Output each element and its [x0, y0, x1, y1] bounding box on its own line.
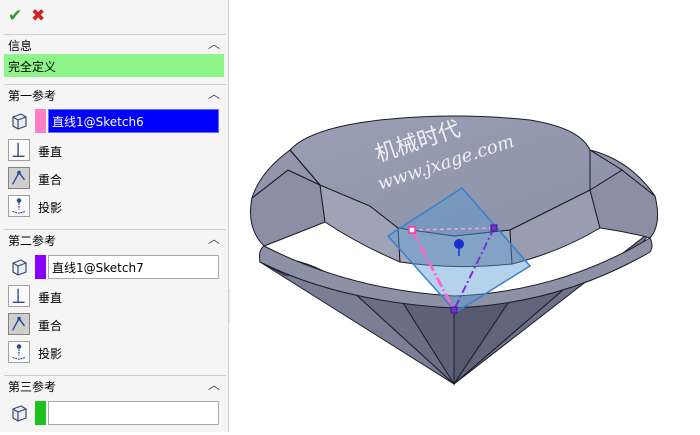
reference-entity-icon: [12, 113, 27, 130]
ok-checkmark-icon[interactable]: ✔: [8, 7, 22, 25]
third-reference-color-swatch: [35, 401, 46, 425]
third-reference-row: [8, 401, 223, 425]
info-section-title: 信息: [8, 39, 33, 53]
chevron-up-icon[interactable]: ︿: [208, 85, 220, 102]
graphics-viewport[interactable]: 机械时代 www.jxage.com: [230, 0, 700, 432]
plane-origin-pin-icon[interactable]: [454, 239, 464, 249]
projection-label: 投影: [38, 347, 63, 361]
line-endpoint-handle[interactable]: [490, 224, 498, 232]
first-reference-header[interactable]: 第一参考 ︿: [4, 84, 226, 103]
coincident-icon[interactable]: [8, 313, 30, 335]
second-reference-field[interactable]: 直线1@Sketch7: [48, 255, 219, 279]
diamond-model[interactable]: 机械时代 www.jxage.com: [230, 0, 700, 432]
line-endpoint-handle[interactable]: [450, 306, 458, 314]
coincident-icon[interactable]: [8, 167, 30, 189]
second-reference-color-swatch: [35, 255, 46, 279]
projection-label: 投影: [38, 201, 63, 215]
reference-entity-icon: [12, 405, 27, 422]
coincident-label: 重合: [38, 319, 63, 333]
third-reference-field[interactable]: [48, 401, 219, 425]
perpendicular-label: 垂直: [38, 145, 63, 159]
first-reference-field[interactable]: 直线1@Sketch6: [48, 109, 219, 133]
chevron-up-icon[interactable]: ︿: [208, 230, 220, 247]
cancel-close-icon[interactable]: ✖: [31, 7, 45, 25]
property-manager-panel: ✔ ✖ 信息 ︿ 完全定义 第一参考 ︿ 直线1@Sketch6 垂直 重合 投…: [0, 0, 229, 432]
info-section-header[interactable]: 信息 ︿: [4, 34, 226, 53]
chevron-up-icon[interactable]: ︿: [208, 376, 220, 393]
coincident-label: 重合: [38, 173, 63, 187]
reference-entity-icon: [12, 259, 27, 276]
first-reference-option-projection[interactable]: 投影: [8, 195, 128, 219]
second-reference-header[interactable]: 第二参考 ︿: [4, 229, 226, 248]
perpendicular-icon[interactable]: [8, 285, 30, 307]
line-endpoint-handle[interactable]: [408, 226, 416, 234]
first-reference-option-coincident[interactable]: 重合: [8, 167, 128, 191]
second-reference-title: 第二参考: [8, 234, 57, 248]
first-reference-row: 直线1@Sketch6: [8, 109, 223, 133]
perpendicular-label: 垂直: [38, 291, 63, 305]
third-reference-header[interactable]: 第三参考 ︿: [4, 375, 226, 394]
third-reference-title: 第三参考: [8, 380, 57, 394]
perpendicular-icon[interactable]: [8, 139, 30, 161]
first-reference-option-perpendicular[interactable]: 垂直: [8, 139, 128, 163]
second-reference-option-projection[interactable]: 投影: [8, 341, 128, 365]
projection-icon[interactable]: [8, 341, 30, 363]
chevron-up-icon[interactable]: ︿: [208, 35, 220, 52]
second-reference-row: 直线1@Sketch7: [8, 255, 223, 279]
first-reference-title: 第一参考: [8, 89, 57, 103]
status-message: 完全定义: [4, 54, 224, 77]
first-reference-color-swatch: [35, 109, 46, 133]
projection-icon[interactable]: [8, 195, 30, 217]
second-reference-option-coincident[interactable]: 重合: [8, 313, 128, 337]
second-reference-option-perpendicular[interactable]: 垂直: [8, 285, 128, 309]
